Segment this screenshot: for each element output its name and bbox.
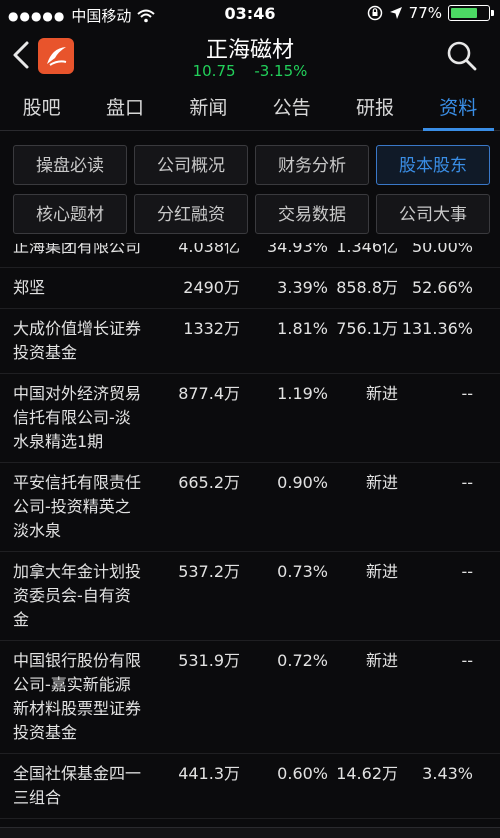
holding-ratio: 0.73% bbox=[277, 562, 328, 581]
shares-change: 14.62万 bbox=[336, 764, 398, 783]
shareholder-name: 加拿大年金计划投资委员会-自有资金 bbox=[13, 562, 142, 629]
stock-change: -3.15% bbox=[254, 62, 308, 80]
shares-held: 2490万 bbox=[183, 278, 240, 297]
change-ratio: 50.00% bbox=[411, 243, 473, 256]
shares-held: 877.4万 bbox=[178, 384, 240, 403]
table-row[interactable]: 中国对外经济贸易信托有限公司-淡水泉精选1期 877.4万 1.19% 新进 -- bbox=[0, 374, 500, 463]
rotation-lock-icon bbox=[367, 5, 382, 21]
shares-change: 756.1万 bbox=[336, 319, 398, 338]
shares-change: 858.8万 bbox=[336, 278, 398, 297]
change-ratio: -- bbox=[461, 384, 473, 403]
trading-data-button[interactable]: 交易数据 bbox=[255, 194, 369, 234]
table-row[interactable]: 全国社保基金四一三组合 441.3万 0.60% 14.62万 3.43% bbox=[0, 754, 500, 819]
shareholders-button[interactable]: 股本股东 bbox=[376, 145, 490, 185]
shares-held: 1332万 bbox=[183, 319, 240, 338]
company-events-button[interactable]: 公司大事 bbox=[376, 194, 490, 234]
shareholder-name: 大成价值增长证券投资基金 bbox=[13, 319, 142, 362]
shares-change: 新进 bbox=[365, 562, 398, 581]
holding-ratio: 34.93% bbox=[266, 243, 328, 256]
holding-ratio: 0.60% bbox=[277, 764, 328, 783]
change-ratio: 131.36% bbox=[401, 319, 473, 338]
shares-change: 1.346亿 bbox=[336, 243, 398, 256]
core-themes-button[interactable]: 核心题材 bbox=[13, 194, 127, 234]
tab-guba[interactable]: 股吧 bbox=[0, 86, 83, 130]
stock-price: 10.75 bbox=[192, 62, 236, 80]
tab-research[interactable]: 研报 bbox=[333, 86, 416, 130]
dividends-financing-button[interactable]: 分红融资 bbox=[134, 194, 248, 234]
shareholder-name: 平安信托有限责任公司-投资精英之淡水泉 bbox=[13, 473, 142, 540]
holding-ratio: 0.90% bbox=[277, 473, 328, 492]
shareholder-name: 全国社保基金四一三组合 bbox=[13, 764, 142, 807]
shares-change: 新进 bbox=[365, 384, 398, 403]
shareholder-name: 郑坚 bbox=[13, 278, 46, 297]
holding-ratio: 1.19% bbox=[277, 384, 328, 403]
table-row[interactable]: 平安信托有限责任公司-投资精英之淡水泉 665.2万 0.90% 新进 -- bbox=[0, 463, 500, 552]
shares-held: 531.9万 bbox=[178, 651, 240, 670]
stock-name: 正海磁材 bbox=[205, 38, 294, 63]
table-row[interactable]: 加拿大年金计划投资委员会-自有资金 537.2万 0.73% 新进 -- bbox=[0, 552, 500, 641]
change-ratio: -- bbox=[461, 473, 473, 492]
search-icon[interactable] bbox=[446, 40, 478, 72]
change-ratio: -- bbox=[461, 562, 473, 581]
shares-held: 4.038亿 bbox=[178, 243, 240, 256]
holding-ratio: 0.72% bbox=[277, 651, 328, 670]
shareholder-name: 中国银行股份有限公司-嘉实新能源新材料股票型证券投资基金 bbox=[13, 651, 142, 742]
change-ratio: -- bbox=[461, 651, 473, 670]
battery-icon bbox=[448, 5, 494, 21]
table-row[interactable]: 正海集团有限公司 4.038亿 34.93% 1.346亿 50.00% bbox=[0, 243, 500, 268]
shareholder-table[interactable]: 正海集团有限公司 4.038亿 34.93% 1.346亿 50.00% 郑坚 2490万 3… bbox=[0, 243, 500, 828]
stock-quote: 10.75 -3.15% bbox=[0, 62, 500, 80]
nav-header: 正海磁材 10.75 -3.15% bbox=[0, 28, 500, 84]
table-row[interactable]: 中国银行股份有限公司-嘉实新能源新材料股票型证券投资基金 531.9万 0.72% 新… bbox=[0, 641, 500, 754]
location-icon bbox=[389, 7, 402, 19]
holding-ratio: 1.81% bbox=[277, 319, 328, 338]
shareholder-name: 正海集团有限公司 bbox=[13, 243, 142, 256]
table-row[interactable]: 郑坚 2490万 3.39% 858.8万 52.66% bbox=[0, 268, 500, 309]
shares-held: 537.2万 bbox=[178, 562, 240, 581]
table-row[interactable]: 大成价值增长证券投资基金 1332万 1.81% 756.1万 131.36% bbox=[0, 309, 500, 374]
shares-change: 新进 bbox=[365, 473, 398, 492]
main-tabs: 股吧 盘口 新闻 公告 研报 资料 bbox=[0, 86, 500, 131]
change-ratio: 52.66% bbox=[411, 278, 473, 297]
profile-subsections: 操盘必读 公司概况 财务分析 股本股东 核心题材 分红融资 交易数据 公司大事 bbox=[13, 145, 490, 234]
tab-announcements[interactable]: 公告 bbox=[250, 86, 333, 130]
financial-analysis-button[interactable]: 财务分析 bbox=[255, 145, 369, 185]
shares-held: 441.3万 bbox=[178, 764, 240, 783]
shareholder-name: 中国对外经济贸易信托有限公司-淡水泉精选1期 bbox=[13, 384, 142, 451]
change-ratio: 3.43% bbox=[422, 764, 473, 783]
tab-profile[interactable]: 资料 bbox=[417, 86, 500, 131]
shares-held: 665.2万 bbox=[178, 473, 240, 492]
tab-pankou[interactable]: 盘口 bbox=[83, 86, 166, 130]
status-bar: ●●●●● 中国移动 03:46 77% bbox=[0, 0, 500, 28]
shares-change: 新进 bbox=[365, 651, 398, 670]
tab-news[interactable]: 新闻 bbox=[167, 86, 250, 130]
company-overview-button[interactable]: 公司概况 bbox=[134, 145, 248, 185]
holding-ratio: 3.39% bbox=[277, 278, 328, 297]
trading-essentials-button[interactable]: 操盘必读 bbox=[13, 145, 127, 185]
battery-percent: 77% bbox=[408, 4, 442, 22]
bottom-toolbar bbox=[0, 827, 500, 838]
